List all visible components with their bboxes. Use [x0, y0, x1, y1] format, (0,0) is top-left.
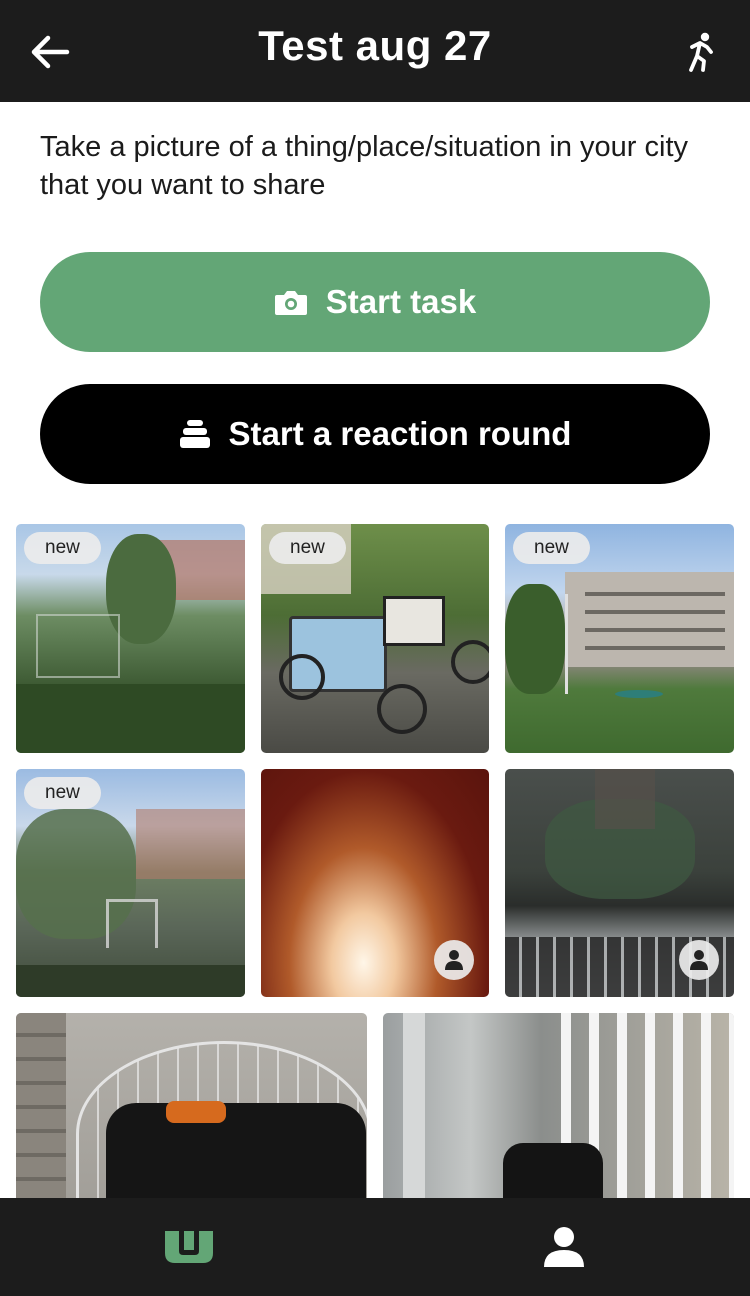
user-avatar-badge: [679, 940, 719, 980]
photo-tile[interactable]: new: [16, 769, 245, 997]
person-icon: [690, 950, 708, 970]
photo-tile[interactable]: [261, 769, 489, 997]
person-icon: [544, 1227, 584, 1267]
stack-icon: [179, 420, 210, 448]
reaction-round-label: Start a reaction round: [228, 415, 572, 452]
person-icon: [445, 950, 463, 970]
start-task-label: Start task: [325, 283, 477, 320]
task-description: Take a picture of a thing/place/situatio…: [40, 131, 689, 201]
new-badge: new: [24, 777, 101, 809]
start-reaction-round-button[interactable]: Start a reaction round: [40, 384, 710, 484]
running-person-icon: [689, 32, 713, 72]
user-avatar-badge: [434, 940, 474, 980]
photo-tile[interactable]: new: [16, 524, 245, 753]
home-tab[interactable]: [159, 1220, 219, 1274]
photo-tile[interactable]: [505, 769, 734, 997]
photo-tile[interactable]: [16, 1013, 367, 1198]
photo-tile[interactable]: [383, 1013, 734, 1198]
profile-tab[interactable]: [534, 1220, 594, 1274]
new-badge: new: [513, 532, 590, 564]
new-badge: new: [24, 532, 101, 564]
start-task-button[interactable]: Start task: [40, 252, 710, 352]
bottom-nav: [0, 1198, 750, 1296]
photo-tile[interactable]: new: [261, 524, 489, 753]
page-title: Test aug 27: [258, 22, 492, 69]
top-bar: Test aug 27: [0, 0, 750, 102]
photo-tile[interactable]: new: [505, 524, 734, 753]
activity-button[interactable]: [678, 30, 722, 74]
new-badge: new: [269, 532, 346, 564]
camera-icon: [274, 291, 307, 315]
u-logo-icon: [165, 1231, 213, 1263]
